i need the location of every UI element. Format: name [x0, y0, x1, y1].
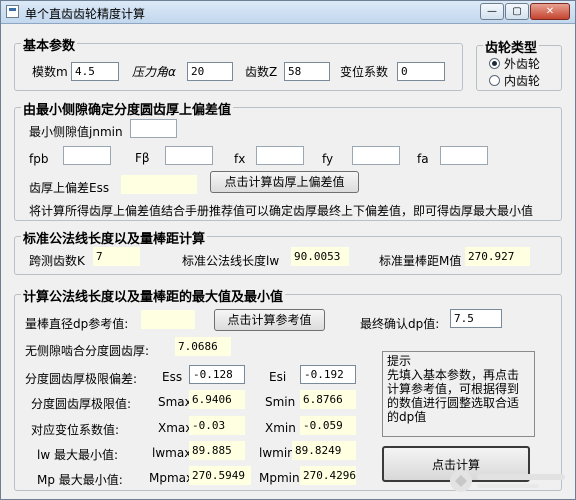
mpmax-name-label: Mpmax: [149, 471, 194, 485]
smin-name-label: Smin: [265, 395, 296, 409]
module-input[interactable]: 4.5: [71, 62, 119, 81]
app-window: 单个直齿齿轮精度计算 — ▢ ✕ 基本参数 模数m 4.5 压力角α 20 齿数…: [0, 0, 576, 500]
fx-label: fx: [234, 152, 246, 166]
span-teeth-output: 7: [93, 247, 140, 266]
gear-type-title: 齿轮类型: [483, 37, 540, 56]
fbeta-label: Fβ: [135, 151, 150, 165]
minimize-button[interactable]: —: [480, 3, 504, 20]
esi-name-label: Esi: [269, 370, 287, 384]
thickness-limit-label: 分度圆齿厚极限值:: [31, 397, 132, 411]
fa-label: fa: [417, 152, 429, 166]
span-teeth-label: 跨测齿数K: [29, 254, 85, 268]
close-icon: ✕: [545, 6, 555, 17]
limit-dev-label: 分度圆齿厚极限偏差:: [25, 372, 138, 386]
lw-range-label: lw 最大最小值:: [37, 448, 119, 462]
basic-params-title: 基本参数: [21, 35, 78, 54]
calc-ess-button[interactable]: 点击计算齿厚上偏差值: [210, 171, 359, 193]
jnmin-label: 最小侧隙值jnmin: [29, 125, 123, 139]
ess-value-field[interactable]: -0.128: [189, 365, 245, 384]
internal-gear-label[interactable]: 内齿轮: [504, 72, 540, 89]
dp-ref-output: [141, 310, 195, 329]
fpb-input[interactable]: [63, 146, 111, 165]
fx-input[interactable]: [256, 146, 304, 165]
xmax-output: -0.03: [189, 416, 245, 435]
close-button[interactable]: ✕: [530, 3, 570, 20]
shift-values-label: 对应变位系数值:: [31, 423, 120, 437]
title-bar[interactable]: 单个直齿齿轮精度计算 — ▢ ✕: [1, 1, 575, 24]
smin-output: 6.8766: [300, 390, 356, 409]
esi-value-field[interactable]: -0.192: [300, 365, 356, 384]
pitch-thickness-output: 7.0686: [175, 337, 231, 356]
fpb-label: fpb: [29, 152, 49, 166]
internal-gear-radio[interactable]: [489, 75, 500, 86]
maximize-icon: ▢: [512, 6, 522, 17]
mpmax-output: 270.5949: [189, 466, 251, 485]
minimize-icon: —: [487, 6, 497, 17]
module-label: 模数m: [32, 65, 68, 79]
pitch-thickness-label: 无侧隙啮合分度圆齿厚:: [25, 344, 150, 358]
calc-ref-button[interactable]: 点击计算参考值: [214, 309, 325, 331]
standard-length-title: 标准公法线长度以及量棒距计算: [21, 228, 208, 247]
mpmin-name-label: Mpmin: [259, 471, 300, 485]
ess-name-label: Ess: [162, 370, 183, 384]
shift-coef-label: 变位系数: [340, 65, 389, 79]
ess-upper-label: 齿厚上偏差Ess: [29, 181, 110, 195]
smax-output: 6.9406: [189, 390, 245, 409]
jnmin-input[interactable]: [130, 119, 177, 138]
smax-name-label: Smax: [158, 395, 192, 409]
fbeta-input[interactable]: [165, 146, 213, 165]
mpmin-output: 270.4296: [300, 466, 356, 485]
teeth-count-input[interactable]: 58: [284, 62, 330, 81]
window-title: 单个直齿齿轮精度计算: [25, 7, 146, 21]
std-m-output: 270.927: [465, 247, 530, 266]
calc-title: 计算公法线长度以及量棒距的最大值及最小值: [21, 286, 286, 305]
lwmax-output: 89.885: [189, 441, 245, 460]
upper-note: 将计算所得齿厚上偏差值结合手册推荐值可以确定齿厚最终上下偏差值，即可得齿厚最大最…: [29, 204, 534, 218]
lwmax-name-label: lwmax: [152, 446, 192, 460]
std-lw-label: 标准公法线长度lw: [182, 254, 280, 268]
xmin-output: -0.059: [300, 416, 356, 435]
lwmin-name-label: lwmin: [259, 446, 295, 460]
std-lw-output: 90.0053: [291, 247, 349, 266]
xmin-name-label: Xmin: [265, 421, 296, 435]
teeth-count-label: 齿数Z: [245, 65, 278, 79]
xmax-name-label: Xmax: [158, 421, 193, 435]
dp-final-label: 最终确认dp值:: [360, 317, 440, 331]
dp-final-input[interactable]: 7.5: [450, 309, 502, 328]
fy-label: fy: [322, 152, 334, 166]
std-m-label: 标准量棒距M值: [379, 254, 462, 268]
upper-deviation-title: 由最小侧隙确定分度圆齿厚上偏差值: [21, 99, 234, 118]
pressure-angle-input[interactable]: 20: [187, 62, 233, 81]
app-icon: [6, 5, 19, 18]
fa-input[interactable]: [440, 146, 488, 165]
mp-range-label: Mp 最大最小值:: [37, 473, 123, 487]
hint-box: 提示 先填入基本参数，再点击计算参考值，可根据得到的数值进行圆整选取合适的dp值: [382, 351, 535, 437]
ess-upper-output: [121, 175, 197, 194]
pressure-angle-label: 压力角α: [132, 65, 176, 79]
external-gear-label[interactable]: 外齿轮: [504, 55, 540, 72]
lwmin-output: 89.8249: [292, 441, 356, 460]
maximize-button[interactable]: ▢: [505, 3, 529, 20]
dp-ref-label: 量棒直径dp参考值:: [25, 317, 129, 331]
watermark-logo: [450, 470, 565, 492]
fy-input[interactable]: [352, 146, 400, 165]
external-gear-radio[interactable]: [489, 58, 500, 69]
shift-coef-input[interactable]: 0: [397, 62, 445, 81]
